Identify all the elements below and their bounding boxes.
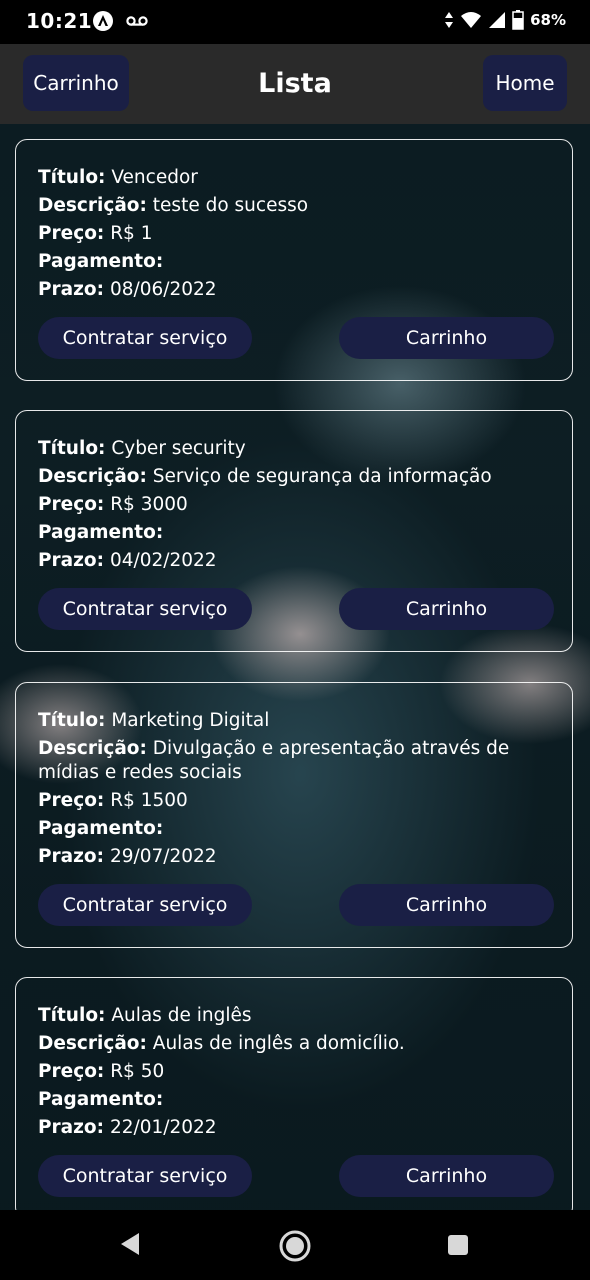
signal-icon <box>489 12 506 28</box>
card-title: Cyber security <box>111 438 246 459</box>
card-payment-row: Pagamento: <box>38 251 164 272</box>
home-button[interactable]: Home <box>483 55 567 111</box>
card-price: R$ 1500 <box>110 790 188 811</box>
card-deadline-row: Prazo: 04/02/2022 <box>38 550 217 571</box>
app-notification-icon <box>93 11 113 31</box>
card-price: R$ 50 <box>110 1061 165 1082</box>
card-title-row: Título: Marketing Digital <box>38 710 270 731</box>
app-header: Carrinho Lista Home <box>0 44 590 124</box>
card-payment-row: Pagamento: <box>38 522 164 543</box>
card-title-row: Título: Cyber security <box>38 438 246 459</box>
card-deadline-row: Prazo: 22/01/2022 <box>38 1117 217 1138</box>
recent-apps-icon[interactable] <box>446 1233 470 1257</box>
add-to-cart-button[interactable]: Carrinho <box>339 884 554 926</box>
battery-level: 68% <box>530 11 566 29</box>
card-description: Aulas de inglês a domicílio. <box>152 1033 405 1054</box>
voicemail-icon <box>126 16 148 26</box>
add-to-cart-button[interactable]: Carrinho <box>339 317 554 359</box>
card-description-row: Descrição: teste do sucesso <box>38 195 309 216</box>
hire-service-button[interactable]: Contratar serviço <box>38 317 252 359</box>
hire-service-button[interactable]: Contratar serviço <box>38 884 252 926</box>
card-price-row: Preço: R$ 3000 <box>38 494 188 515</box>
service-card: Título: Marketing Digital Descrição: Div… <box>15 682 573 948</box>
card-price-row: Preço: R$ 50 <box>38 1061 165 1082</box>
card-title: Vencedor <box>111 167 198 188</box>
battery-icon <box>512 10 524 30</box>
hire-service-button[interactable]: Contratar serviço <box>38 588 252 630</box>
card-title: Marketing Digital <box>111 710 270 731</box>
card-description-row: Descrição: Serviço de segurança da infor… <box>38 466 492 487</box>
service-card: Título: Vencedor Descrição: teste do suc… <box>15 139 573 381</box>
card-description: teste do sucesso <box>152 195 309 216</box>
card-description-row: Descrição: Divulgação e apresentação atr… <box>38 738 510 783</box>
status-bar: 10:21 68% <box>0 0 590 44</box>
data-transfer-icon <box>445 12 454 28</box>
add-to-cart-button[interactable]: Carrinho <box>339 1155 554 1197</box>
card-deadline: 22/01/2022 <box>109 1117 217 1138</box>
card-deadline-row: Prazo: 29/07/2022 <box>38 846 217 867</box>
status-time: 10:21 <box>26 9 93 33</box>
card-price-row: Preço: R$ 1 <box>38 223 153 244</box>
back-icon[interactable] <box>118 1230 142 1258</box>
card-payment-row: Pagamento: <box>38 818 164 839</box>
wifi-icon <box>461 12 482 28</box>
card-description: Serviço de segurança da informação <box>152 466 492 487</box>
card-title-row: Título: Aulas de inglês <box>38 1005 252 1026</box>
card-price: R$ 1 <box>110 223 153 244</box>
card-price: R$ 3000 <box>110 494 188 515</box>
status-notification-icons <box>92 10 148 32</box>
add-to-cart-button[interactable]: Carrinho <box>339 588 554 630</box>
card-deadline: 08/06/2022 <box>109 279 217 300</box>
home-nav-icon[interactable] <box>278 1229 312 1263</box>
card-title: Aulas de inglês <box>111 1005 252 1026</box>
card-deadline: 29/07/2022 <box>109 846 217 867</box>
system-nav-bar <box>0 1210 590 1280</box>
service-card: Título: Cyber security Descrição: Serviç… <box>15 410 573 652</box>
card-deadline-row: Prazo: 08/06/2022 <box>38 279 217 300</box>
card-deadline: 04/02/2022 <box>109 550 217 571</box>
status-right-icons: 68% <box>444 10 566 30</box>
service-card: Título: Aulas de inglês Descrição: Aulas… <box>15 977 573 1210</box>
hire-service-button[interactable]: Contratar serviço <box>38 1155 252 1197</box>
service-list[interactable]: Título: Vencedor Descrição: teste do suc… <box>0 124 590 1210</box>
card-price-row: Preço: R$ 1500 <box>38 790 188 811</box>
card-description-row: Descrição: Aulas de inglês a domicílio. <box>38 1033 405 1054</box>
card-title-row: Título: Vencedor <box>38 167 198 188</box>
card-payment-row: Pagamento: <box>38 1089 164 1110</box>
